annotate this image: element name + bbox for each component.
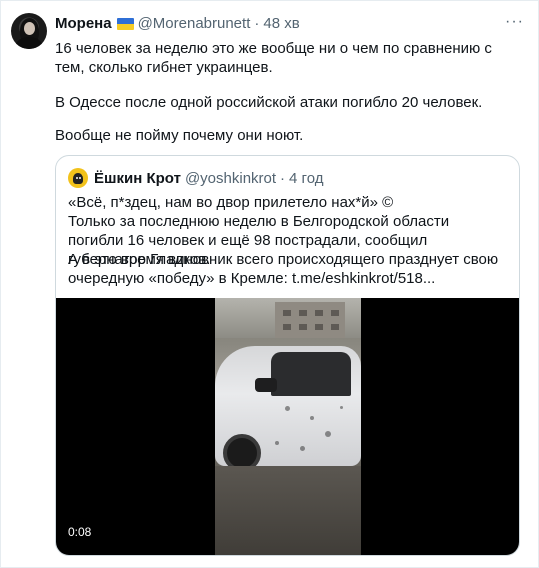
tweet-text-paragraph: Вообще не пойму почему они ноют. xyxy=(55,127,304,144)
avatar[interactable] xyxy=(11,13,47,49)
separator: · xyxy=(280,169,286,187)
ukraine-flag-icon xyxy=(116,17,134,30)
separator: · xyxy=(254,15,260,32)
quoted-tweet[interactable]: Ёшкин Крот @yoshkinkrot · 4 год «Всё, п*… xyxy=(55,155,520,556)
tweet-text-paragraph: В Одессе после одной российской атаки по… xyxy=(55,94,483,111)
video-frame xyxy=(215,298,361,555)
tweet-card[interactable]: Морена @Morenabrunett · 48 хв ··· 16 чел… xyxy=(0,0,539,568)
quoted-avatar[interactable] xyxy=(68,168,88,188)
quoted-tweet-header: Ёшкин Крот @yoshkinkrot · 4 год xyxy=(68,168,323,188)
quoted-author-handle[interactable]: @yoshkinkrot xyxy=(185,170,276,187)
more-options-icon[interactable]: ··· xyxy=(505,13,524,31)
quoted-author-name[interactable]: Ёшкин Крот xyxy=(94,170,181,187)
video-player[interactable]: 0:08 xyxy=(56,298,519,555)
tweet-header: Морена @Morenabrunett · 48 хв xyxy=(55,15,300,32)
quoted-text-paragraph: А в это время виновник всего происходяще… xyxy=(68,251,499,287)
author-name[interactable]: Морена xyxy=(55,15,112,32)
quoted-text-paragraph: «Всё, п*здец, нам во двор прилетело нах*… xyxy=(68,194,394,211)
tweet-text-paragraph: 16 человек за неделю это же вообще ни о … xyxy=(55,40,492,76)
quoted-timestamp[interactable]: 4 год xyxy=(289,170,323,187)
author-handle[interactable]: @Morenabrunett xyxy=(138,15,251,32)
timestamp[interactable]: 48 хв xyxy=(263,15,299,32)
video-duration: 0:08 xyxy=(68,525,92,539)
